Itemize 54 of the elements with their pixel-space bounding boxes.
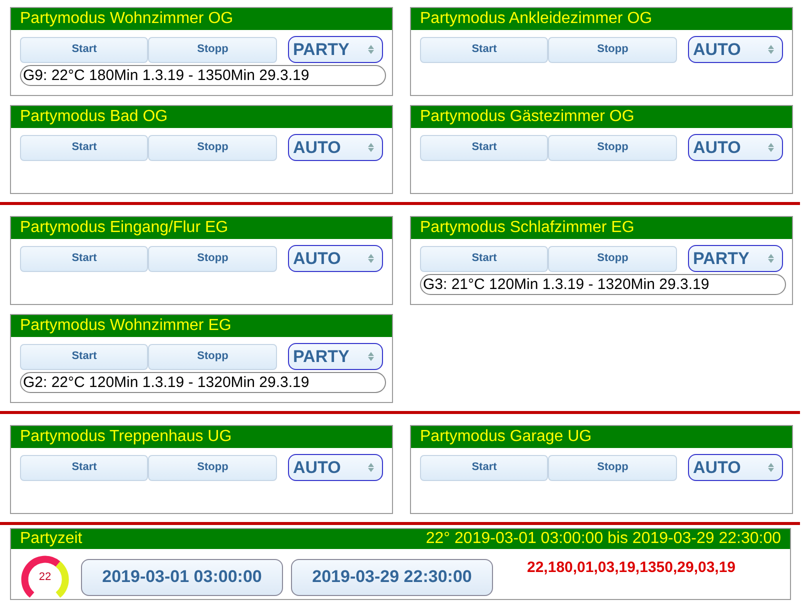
mode-select[interactable]: AUTO bbox=[688, 454, 783, 481]
card-title: Partymodus Treppenhaus UG bbox=[20, 429, 232, 445]
card-title: Partymodus Bad OG bbox=[20, 109, 168, 125]
stop-button[interactable]: Stopp bbox=[148, 454, 277, 480]
mode-select[interactable]: AUTO bbox=[288, 134, 383, 161]
stop-button[interactable]: Stopp bbox=[548, 134, 677, 160]
stop-button[interactable]: Stopp bbox=[148, 344, 277, 370]
card-title: Partymodus Wohnzimmer OG bbox=[20, 11, 234, 27]
card-title: Partymodus Garage UG bbox=[420, 429, 592, 445]
card-title: Partymodus Wohnzimmer EG bbox=[20, 318, 232, 334]
card-title: Partymodus Schlafzimmer EG bbox=[420, 220, 634, 236]
mode-select[interactable]: AUTO bbox=[688, 36, 783, 63]
info-field: G2: 22°C 120Min 1.3.19 - 1320Min 29.3.19 bbox=[20, 372, 386, 393]
sort-arrows-icon bbox=[368, 352, 374, 361]
start-button[interactable]: Start bbox=[20, 134, 148, 160]
party-code: 22,180,01,03,19,1350,29,03,19 bbox=[527, 558, 736, 578]
stop-button[interactable]: Stopp bbox=[148, 246, 277, 272]
start-button[interactable]: Start bbox=[420, 134, 548, 160]
sort-arrows-icon bbox=[768, 45, 774, 54]
start-button[interactable]: Start bbox=[20, 246, 148, 272]
start-button[interactable]: Start bbox=[420, 454, 548, 480]
sort-arrows-icon bbox=[368, 45, 374, 54]
card-title: Partyzeit bbox=[20, 531, 82, 547]
mode-select[interactable]: AUTO bbox=[288, 454, 383, 481]
sort-arrows-icon bbox=[368, 143, 374, 152]
stop-button[interactable]: Stopp bbox=[548, 36, 677, 62]
sort-arrows-icon bbox=[368, 463, 374, 472]
stop-button[interactable]: Stopp bbox=[148, 134, 277, 160]
sort-arrows-icon bbox=[768, 463, 774, 472]
mode-select[interactable]: PARTY bbox=[288, 343, 383, 370]
start-button[interactable]: Start bbox=[420, 246, 548, 272]
info-field: G3: 21°C 120Min 1.3.19 - 1320Min 29.3.19 bbox=[420, 274, 786, 295]
end-time-button[interactable]: 2019-03-29 22:30:00 bbox=[291, 558, 493, 596]
stop-button[interactable]: Stopp bbox=[148, 36, 277, 62]
start-button[interactable]: Start bbox=[20, 344, 148, 370]
card-title: Partymodus Gästezimmer OG bbox=[420, 109, 634, 125]
mode-select[interactable]: AUTO bbox=[288, 245, 383, 272]
mode-select[interactable]: AUTO bbox=[688, 134, 783, 161]
start-button[interactable]: Start bbox=[20, 454, 148, 480]
stop-button[interactable]: Stopp bbox=[548, 246, 677, 272]
mode-select[interactable]: PARTY bbox=[688, 245, 783, 272]
card-title: Partymodus Ankleidezimmer OG bbox=[420, 11, 652, 27]
card-title: Partymodus Eingang/Flur EG bbox=[20, 220, 228, 236]
start-time-button[interactable]: 2019-03-01 03:00:00 bbox=[81, 558, 283, 596]
start-button[interactable]: Start bbox=[20, 36, 148, 62]
sort-arrows-icon bbox=[368, 254, 374, 263]
start-button[interactable]: Start bbox=[420, 36, 548, 62]
mode-select[interactable]: PARTY bbox=[288, 36, 383, 63]
party-summary: 22° 2019-03-01 03:00:00 bis 2019-03-29 22:30:00 bbox=[426, 531, 781, 547]
temperature-gauge: 22 bbox=[20, 555, 70, 599]
sort-arrows-icon bbox=[768, 254, 774, 263]
sort-arrows-icon bbox=[768, 143, 774, 152]
info-field: G9: 22°C 180Min 1.3.19 - 1350Min 29.3.19 bbox=[20, 65, 386, 86]
stop-button[interactable]: Stopp bbox=[548, 454, 677, 480]
